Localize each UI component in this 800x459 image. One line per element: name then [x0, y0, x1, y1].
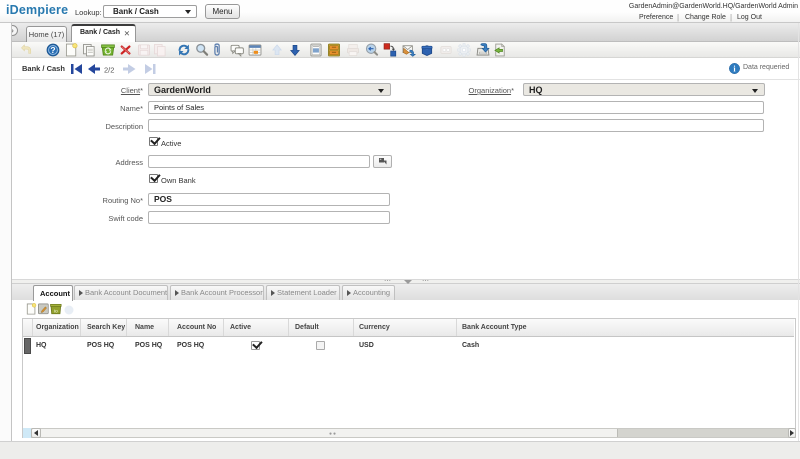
svg-text:2/2: 2/2 [104, 66, 114, 75]
svg-text:io: io [54, 309, 58, 315]
svg-text:?: ? [50, 45, 55, 55]
